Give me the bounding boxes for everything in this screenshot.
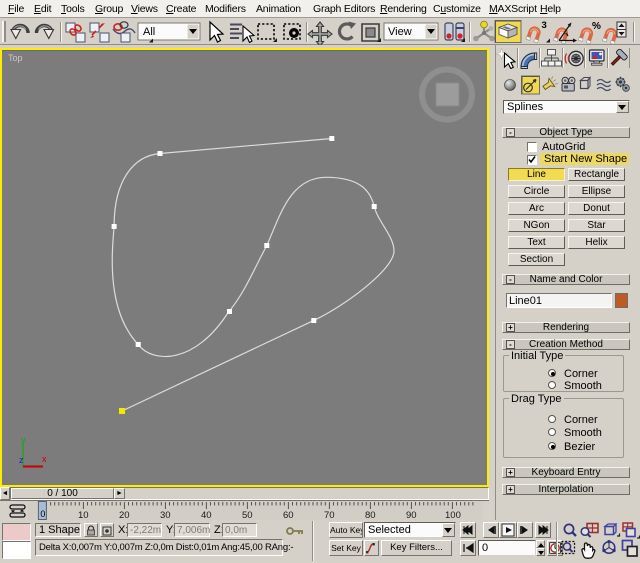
svg-text:%: % [592,21,601,32]
svg-text:x: x [42,454,47,464]
svg-text:View: View [388,26,412,38]
svg-text:z: z [19,455,24,465]
svg-text:3: 3 [542,20,547,31]
svg-text:0: 0 [40,509,45,519]
svg-text:All: All [143,26,155,38]
svg-text:y: y [21,435,26,445]
